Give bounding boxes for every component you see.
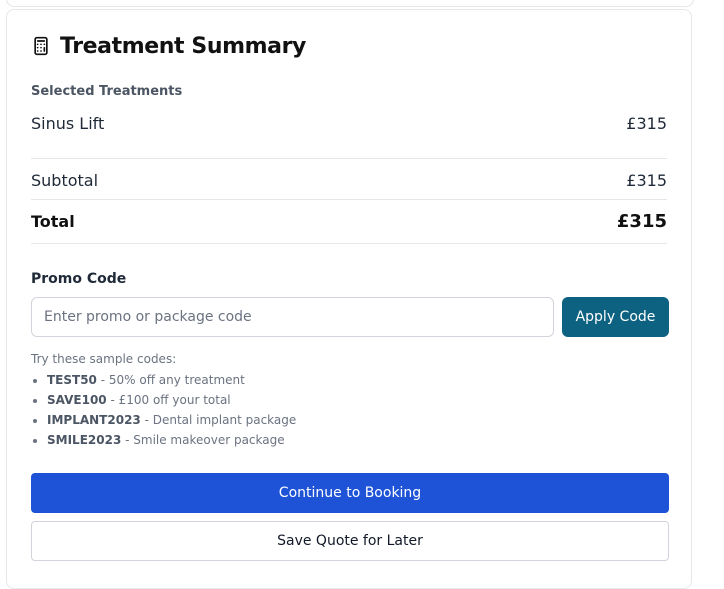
code-description: - Dental implant package <box>140 413 297 427</box>
sample-codes-hint: Try these sample codes: <box>31 352 177 366</box>
treatment-name: Sinus Lift <box>31 113 105 133</box>
subtotal-value: £315 <box>626 170 667 190</box>
code-name: SAVE100 <box>47 393 107 407</box>
divider <box>31 243 667 244</box>
subtotal-label: Subtotal <box>31 170 99 190</box>
divider <box>31 158 667 159</box>
treatment-summary-card: Treatment Summary Selected Treatments Si… <box>6 9 692 589</box>
treatment-row: Sinus Lift £315 <box>31 112 667 134</box>
subtotal-row: Subtotal £315 <box>31 169 667 191</box>
selected-treatments-label: Selected Treatments <box>31 84 183 99</box>
promo-code-input[interactable] <box>31 297 554 337</box>
apply-code-button[interactable]: Apply Code <box>562 297 669 337</box>
list-item: TEST50 - 50% off any treatment <box>47 370 296 390</box>
code-name: SMILE2023 <box>47 433 122 447</box>
total-value: £315 <box>616 210 667 232</box>
code-description: - 50% off any treatment <box>96 373 245 387</box>
code-description: - £100 off your total <box>106 393 231 407</box>
save-quote-button[interactable]: Save Quote for Later <box>31 521 669 561</box>
total-row: Total £315 <box>31 209 667 233</box>
previous-card-edge <box>6 0 694 7</box>
list-item: SMILE2023 - Smile makeover package <box>47 430 296 450</box>
divider <box>31 199 667 200</box>
code-description: - Smile makeover package <box>121 433 285 447</box>
calculator-icon <box>31 36 51 56</box>
total-label: Total <box>31 211 75 231</box>
continue-to-booking-button[interactable]: Continue to Booking <box>31 473 669 513</box>
code-name: TEST50 <box>47 373 97 387</box>
sample-codes-list: TEST50 - 50% off any treatment SAVE100 -… <box>31 370 296 450</box>
summary-header: Treatment Summary <box>31 30 306 62</box>
promo-code-label: Promo Code <box>31 271 127 287</box>
list-item: IMPLANT2023 - Dental implant package <box>47 410 296 430</box>
treatment-price: £315 <box>626 113 667 133</box>
list-item: SAVE100 - £100 off your total <box>47 390 296 410</box>
code-name: IMPLANT2023 <box>47 413 141 427</box>
page-title: Treatment Summary <box>60 33 306 59</box>
